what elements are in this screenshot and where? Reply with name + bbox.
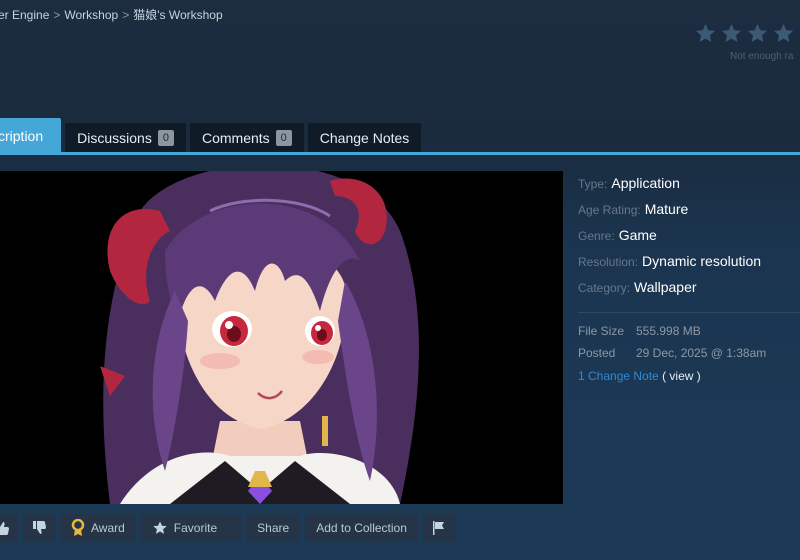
preview-image[interactable] [0,171,563,504]
detail-key: Genre: [578,229,615,243]
breadcrumb-engine[interactable]: er Engine [0,8,49,22]
tab-bar: cription Discussions 0 Comments 0 Change… [0,118,425,153]
breadcrumb-separator: > [122,8,130,22]
tab-underline [0,152,800,155]
vote-down-button[interactable] [23,514,55,542]
thumb-down-icon [31,520,47,536]
details-panel: Type: Application Age Rating: Mature Genre… [578,174,800,383]
tab-description[interactable]: cription [0,118,62,153]
flag-icon [431,520,447,536]
share-button[interactable]: Share [246,514,301,542]
stat-value: 29 Dec, 2025 @ 1:38am [636,346,767,360]
change-note: 1 Change Note ( view ) [578,369,800,383]
detail-value[interactable]: Application [611,175,680,191]
rating: Not enough ra [694,22,795,62]
divider [578,312,800,313]
star-icon [152,520,168,536]
add-to-collection-label: Add to Collection [316,521,407,535]
star-icon [772,22,795,45]
award-label: Award [91,521,125,535]
add-to-collection-button[interactable]: Add to Collection [305,514,418,542]
detail-resolution: Resolution: Dynamic resolution [578,252,800,278]
detail-key: Category: [578,281,631,295]
thumb-up-icon [0,520,10,536]
breadcrumb-separator: > [53,8,61,22]
tab-label: Discussions [77,130,152,146]
tab-label: cription [0,127,44,144]
favorite-label: Favorite [173,521,218,535]
detail-value[interactable]: Dynamic resolution [642,253,761,269]
tab-change-notes[interactable]: Change Notes [307,123,422,153]
breadcrumb-user-workshop[interactable]: 猫娘's Workshop [133,8,222,22]
stat-file-size: File Size 555.998 MB [578,323,800,345]
tab-discussions[interactable]: Discussions 0 [65,123,186,153]
report-button[interactable] [422,514,455,542]
star-icon [720,22,743,45]
stat-key: File Size [578,324,625,338]
detail-value[interactable]: Wallpaper [634,279,697,295]
count-badge: 0 [275,130,292,146]
detail-age-rating: Age Rating: Mature [578,200,800,226]
tab-label: Comments [201,130,270,146]
detail-genre: Genre: Game [578,226,800,252]
star-icon [746,22,769,45]
change-note-view-link[interactable]: ( view ) [662,369,701,383]
award-button[interactable]: Award [60,514,136,542]
detail-key: Resolution: [578,255,639,269]
vote-up-button[interactable] [0,514,18,542]
tab-label: Change Notes [319,130,410,146]
favorite-button[interactable]: Favorite [140,514,242,542]
count-badge: 0 [157,130,174,146]
detail-category: Category: Wallpaper [578,278,800,304]
tab-comments[interactable]: Comments 0 [189,123,304,153]
stat-posted: Posted 29 Dec, 2025 @ 1:38am [578,345,800,367]
breadcrumb-workshop[interactable]: Workshop [64,8,118,22]
detail-value[interactable]: Game [619,227,657,243]
rating-text: Not enough ra [730,51,794,62]
detail-key: Type: [578,177,608,191]
action-bar: Award Favorite Share Add to Collection [0,514,455,542]
share-label: Share [257,521,290,535]
star-icon [694,22,717,45]
detail-key: Age Rating: [578,203,641,217]
stat-key: Posted [578,346,616,360]
anime-girl-illustration [0,171,563,504]
change-note-link[interactable]: 1 Change Note [578,369,659,383]
award-icon [71,519,85,537]
detail-value[interactable]: Mature [645,201,689,217]
rating-stars [694,22,795,45]
detail-type: Type: Application [578,174,800,200]
stat-value: 555.998 MB [636,324,701,338]
breadcrumb: er Engine > Workshop > 猫娘's Workshop [0,6,223,23]
